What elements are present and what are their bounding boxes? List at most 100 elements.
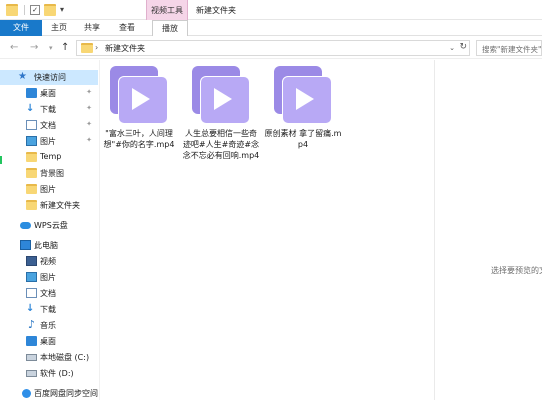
picture-icon [26, 136, 37, 146]
nav-item-pc-desktop[interactable]: 桌面 [0, 334, 98, 349]
nav-item-pc-downloads[interactable]: ↓ 下载 [0, 302, 98, 317]
chevron-right-icon[interactable]: › [95, 43, 98, 52]
file-name: "富水三叶，人间理想"#你的名字.mp4 [103, 129, 175, 149]
document-icon [26, 288, 37, 298]
recent-locations-icon[interactable]: ▾ [49, 44, 53, 52]
folder-icon [81, 43, 93, 53]
address-bar[interactable]: › 新建文件夹 ⌄ ↻ [76, 40, 470, 56]
context-tab-label: 视频工具 [151, 6, 183, 15]
search-input[interactable]: 搜索"新建文件夹" [476, 40, 542, 56]
up-arrow-icon[interactable]: ↑ [61, 42, 69, 53]
cloud-icon [20, 222, 31, 229]
nav-item-drive-c[interactable]: 本地磁盘 (C:) [0, 350, 98, 365]
nav-item-pictures[interactable]: 图片 ✦ [0, 134, 98, 149]
nav-item-temp[interactable]: Temp [0, 150, 98, 165]
download-icon: ↓ [26, 103, 35, 114]
nav-item-pc-documents[interactable]: 文档 [0, 286, 98, 301]
nav-label: 软件 (D:) [40, 369, 74, 378]
tab-home[interactable]: 主页 [46, 20, 72, 36]
folder-icon [26, 184, 37, 194]
back-arrow-icon[interactable]: ← [10, 42, 18, 53]
nav-label: WPS云盘 [34, 221, 68, 230]
nav-label: 新建文件夹 [40, 201, 80, 210]
pin-icon: ✦ [86, 136, 92, 144]
nav-item-pictures-folder[interactable]: 图片 [0, 182, 98, 197]
video-file-icon [274, 66, 334, 124]
desktop-icon [26, 88, 37, 98]
nav-label: 背景图 [40, 169, 64, 178]
nav-this-pc[interactable]: 此电脑 [0, 238, 98, 253]
title-bar: ✓ ▾ 视频工具 新建文件夹 [0, 0, 542, 20]
refresh-icon[interactable]: ↻ [459, 42, 467, 52]
nav-item-documents[interactable]: 文档 ✦ [0, 118, 98, 133]
video-file-icon [110, 66, 170, 124]
nav-item-music[interactable]: ♪ 音乐 [0, 318, 98, 333]
nav-item-drive-d[interactable]: 软件 (D:) [0, 366, 98, 381]
drive-icon [26, 354, 37, 361]
baidu-cloud-icon [22, 389, 31, 398]
music-icon: ♪ [27, 318, 36, 331]
nav-quick-access[interactable]: ★ 快速访问 [0, 70, 98, 85]
address-path[interactable]: 新建文件夹 [105, 43, 145, 54]
nav-item-new-folder[interactable]: 新建文件夹 [0, 198, 98, 213]
tab-view[interactable]: 查看 [112, 20, 142, 36]
pin-icon: ✦ [86, 104, 92, 112]
nav-item-downloads[interactable]: ↓ 下载 ✦ [0, 102, 98, 117]
new-folder-icon[interactable] [44, 4, 56, 16]
document-icon [26, 120, 37, 130]
ribbon-tabs: 文件 主页 共享 查看 播放 [0, 20, 542, 36]
search-placeholder: 搜索"新建文件夹" [482, 45, 542, 54]
tab-file[interactable]: 文件 [0, 20, 42, 36]
nav-item-videos[interactable]: 视频 [0, 254, 98, 269]
nav-label: 文档 [40, 121, 56, 130]
nav-label: 下载 [40, 105, 56, 114]
nav-label: 此电脑 [34, 241, 58, 250]
folder-icon[interactable] [6, 4, 18, 16]
quick-access-dropdown-icon[interactable]: ▾ [60, 5, 64, 14]
nav-label: 图片 [40, 137, 56, 146]
chevron-down-icon[interactable]: ⌄ [449, 44, 455, 52]
divider [24, 5, 25, 15]
folder-icon [26, 168, 37, 178]
file-name: 人生总要相信一些奇迹吧#人生#奇迹#念念不忘必有回响.mp4 [182, 129, 260, 160]
nav-label: Temp [40, 152, 62, 161]
nav-baidu-sync[interactable]: 百度网盘同步空间 [0, 386, 98, 400]
video-tools-context-tab: 视频工具 [146, 0, 188, 20]
folder-icon [26, 152, 37, 162]
properties-icon[interactable]: ✓ [30, 5, 40, 15]
folder-icon [26, 200, 37, 210]
nav-wps-cloud[interactable]: WPS云盘 [0, 218, 98, 233]
drive-icon [26, 370, 37, 377]
nav-label: 百度网盘同步空间 [34, 389, 98, 398]
file-name: 原创素材 拿了留痛.mp4 [264, 129, 342, 149]
nav-label: 快速访问 [34, 73, 66, 82]
video-file-icon [192, 66, 252, 124]
nav-label: 图片 [40, 185, 56, 194]
nav-label: 下载 [40, 305, 56, 314]
forward-arrow-icon[interactable]: → [30, 42, 38, 53]
nav-label: 音乐 [40, 321, 56, 330]
nav-item-desktop[interactable]: 桌面 ✦ [0, 86, 98, 101]
preview-message: 选择要预览的文 [491, 266, 542, 275]
preview-pane: 选择要预览的文 [434, 60, 542, 400]
nav-label: 视频 [40, 257, 56, 266]
nav-label: 本地磁盘 (C:) [40, 353, 90, 362]
nav-item-backgrounds[interactable]: 背景图 [0, 166, 98, 181]
nav-item-pc-pictures[interactable]: 图片 [0, 270, 98, 285]
tab-play[interactable]: 播放 [152, 20, 188, 36]
nav-label: 文档 [40, 289, 56, 298]
file-list: "富水三叶，人间理想"#你的名字.mp4 人生总要相信一些奇迹吧#人生#奇迹#念… [100, 60, 432, 400]
nav-label: 桌面 [40, 337, 56, 346]
computer-icon [20, 240, 31, 250]
address-row: ← → ▾ ↑ › 新建文件夹 ⌄ ↻ 搜索"新建文件夹" [0, 37, 542, 59]
desktop-icon [26, 336, 37, 346]
nav-label: 桌面 [40, 89, 56, 98]
tab-share[interactable]: 共享 [78, 20, 106, 36]
video-icon [26, 256, 37, 266]
pin-icon: ✦ [86, 88, 92, 96]
pin-icon: ✦ [86, 120, 92, 128]
download-icon: ↓ [26, 303, 35, 314]
star-icon: ★ [18, 71, 27, 82]
window-title: 新建文件夹 [196, 6, 236, 15]
picture-icon [26, 272, 37, 282]
